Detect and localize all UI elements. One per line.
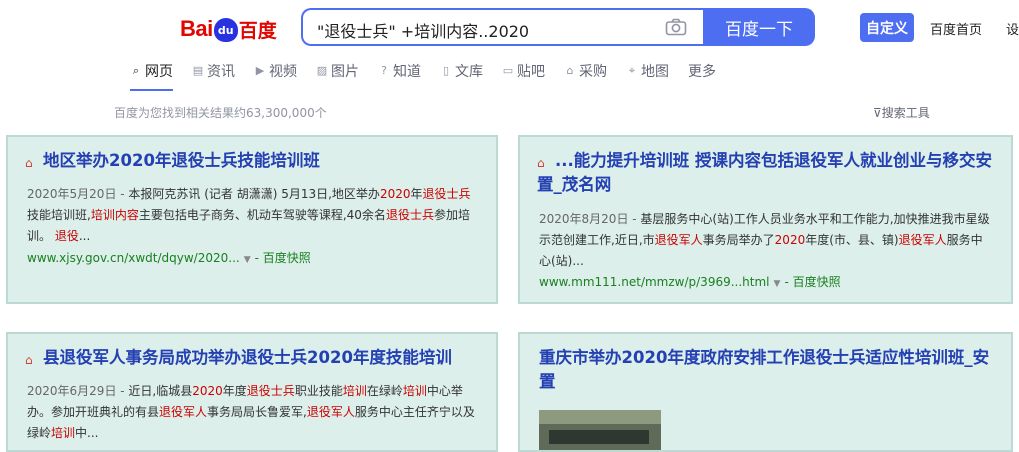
question-icon: ?	[381, 64, 387, 77]
tab-8[interactable]: ⌖ 地图	[626, 60, 669, 82]
tab-label: 知道	[393, 64, 421, 80]
result-card[interactable]: ⌂ 地区举办2020年退役士兵技能培训班 2020年5月20日 - 本报阿克苏讯 …	[6, 135, 498, 304]
result-snippet: 2020年8月20日 - 基层服务中心(站)工作人员业务水平和工作能力,加快推进…	[539, 212, 990, 268]
shopping-icon: ⌂	[566, 64, 574, 77]
tab-label: 更多	[688, 64, 716, 80]
result-title[interactable]: ⌂ 县退役军人事务局成功举办退役士兵2020年度技能培训	[25, 346, 482, 370]
result-title[interactable]: ⌂ ...能力提升培训班 授课内容包括退役军人就业创业与移交安置_茂名网	[537, 149, 997, 197]
favicon-icon: ⌂	[25, 353, 33, 367]
tab-1[interactable]: ▤ 资讯	[192, 60, 235, 82]
news-icon: ▤	[192, 64, 204, 77]
tab-9[interactable]: 更多	[688, 60, 716, 82]
dropdown-arrow-icon[interactable]: ▼	[774, 279, 781, 289]
favicon-icon: ⌂	[25, 156, 33, 170]
video-icon: ▶	[255, 64, 265, 77]
tab-7[interactable]: ⌂ 采购	[564, 60, 608, 82]
tab-0[interactable]: ⌕ 网页	[130, 60, 173, 91]
result-url[interactable]: www.xjsy.gov.cn/xwdt/dqyw/2020... ▼ - 百度快照	[27, 249, 311, 266]
result-card[interactable]: 重庆市举办2020年度政府安排工作退役士兵适应性培训班_安置	[518, 332, 1013, 452]
search-tools-button[interactable]: ⊽搜索工具	[873, 104, 930, 121]
settings-link[interactable]: 设	[1006, 19, 1019, 38]
result-thumbnail[interactable]	[539, 410, 661, 450]
search-input[interactable]: "退役士兵" +培训内容..2020	[317, 18, 529, 42]
filter-icon: ⊽	[873, 106, 882, 120]
snapshot-link[interactable]: 百度快照	[263, 251, 311, 265]
result-title[interactable]: ⌂ 地区举办2020年退役士兵技能培训班	[25, 149, 482, 173]
tab-3[interactable]: ▨ 图片	[316, 60, 359, 82]
map-icon: ⌖	[628, 64, 636, 77]
home-link[interactable]: 百度首页	[930, 19, 982, 38]
search-box[interactable]: "退役士兵" +培训内容..2020	[301, 8, 703, 46]
paw-icon: du	[213, 18, 238, 42]
tab-label: 视频	[269, 64, 297, 80]
tab-label: 图片	[331, 64, 359, 80]
result-snippet: 2020年6月29日 - 近日,临城县2020年度退役士兵职业技能培训在绿岭培训…	[27, 384, 475, 440]
tab-label: 文库	[455, 64, 483, 80]
image-icon: ▨	[316, 64, 328, 77]
search-tabs: ⌕ 网页 ▤ 资讯 ▶ 视频 ▨ 图片? 知道 ▯ 文库 ▭ 贴吧 ⌂ 采购 ⌖ 地图 更多	[130, 60, 735, 91]
result-card[interactable]: ⌂ 县退役军人事务局成功举办退役士兵2020年度技能培训 2020年6月29日 -…	[6, 332, 498, 452]
tab-5[interactable]: ▯ 文库	[440, 60, 483, 82]
forum-icon: ▭	[502, 64, 514, 77]
search-icon: ⌕	[132, 64, 140, 77]
tab-label: 贴吧	[517, 64, 545, 80]
document-icon: ▯	[442, 64, 450, 77]
customize-button[interactable]: 自定义	[860, 13, 914, 42]
camera-icon[interactable]	[665, 18, 687, 36]
snapshot-link[interactable]: 百度快照	[793, 275, 841, 289]
dropdown-arrow-icon[interactable]: ▼	[244, 255, 251, 265]
result-title[interactable]: 重庆市举办2020年度政府安排工作退役士兵适应性培训班_安置	[539, 346, 997, 394]
result-url[interactable]: www.mm111.net/mmzw/p/3969...html ▼ - 百度快照	[539, 273, 841, 290]
tab-label: 资讯	[207, 64, 235, 80]
baidu-logo[interactable]: Bai du 百度	[180, 12, 277, 46]
tab-6[interactable]: ▭ 贴吧	[502, 60, 545, 82]
tab-label: 采购	[579, 64, 607, 80]
top-bar: Bai du 百度 "退役士兵" +培训内容..2020 百度一下 自定义 百度首页…	[0, 0, 1019, 92]
tab-2[interactable]: ▶ 视频	[254, 60, 297, 82]
search-button[interactable]: 百度一下	[703, 8, 815, 46]
result-card[interactable]: ⌂ ...能力提升培训班 授课内容包括退役军人就业创业与移交安置_茂名网 2020…	[518, 135, 1013, 304]
tab-label: 网页	[145, 64, 173, 80]
tab-4[interactable]: ? 知道	[378, 60, 421, 82]
tab-label: 地图	[641, 64, 669, 80]
result-count: 百度为您找到相关结果约63,300,000个	[114, 106, 327, 120]
favicon-icon: ⌂	[537, 156, 545, 170]
result-snippet: 2020年5月20日 - 本报阿克苏讯 (记者 胡潇潇) 5月13日,地区举办2…	[27, 187, 471, 243]
